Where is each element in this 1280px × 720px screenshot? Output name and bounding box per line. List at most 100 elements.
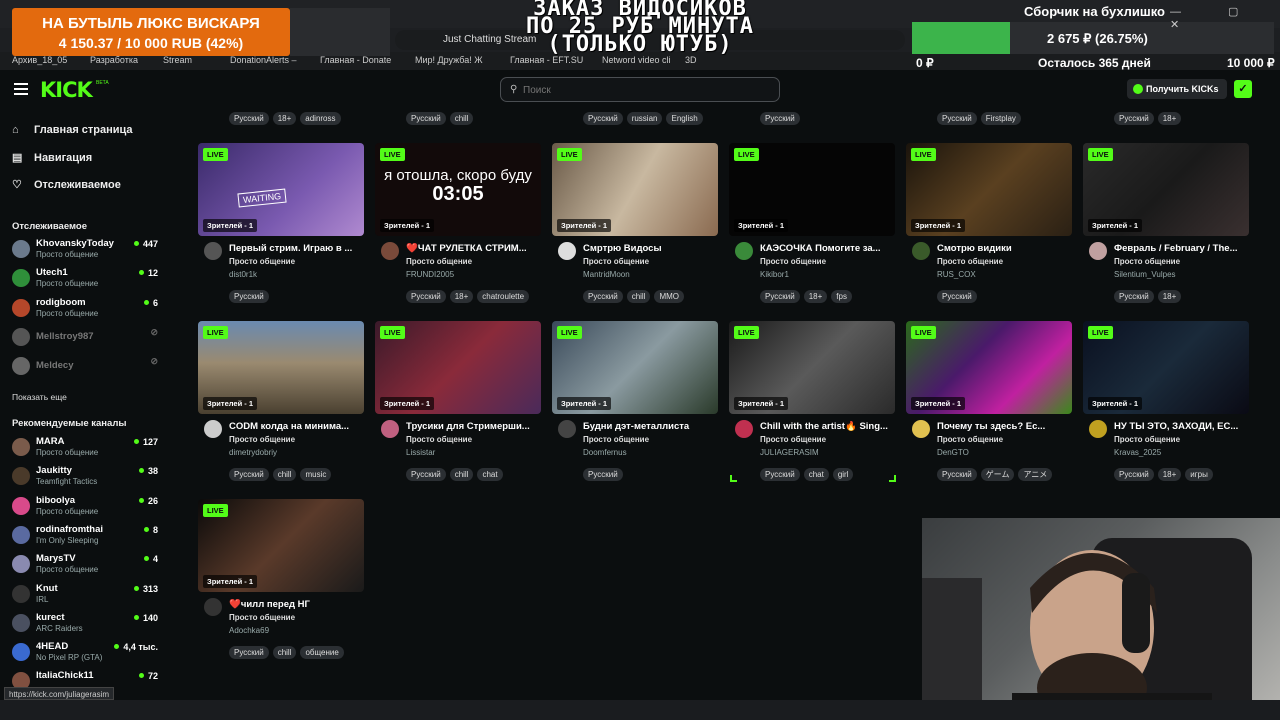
tag[interactable]: Русский: [760, 468, 800, 481]
streamer-avatar[interactable]: [381, 420, 399, 438]
tag[interactable]: Русский: [583, 112, 623, 125]
tag[interactable]: russian: [626, 112, 663, 125]
streamer-name[interactable]: Adochka69: [229, 626, 269, 635]
stream-thumbnail[interactable]: WAITING LIVE Зрителей - 1: [198, 143, 364, 236]
streamer-avatar[interactable]: [558, 420, 576, 438]
stream-title[interactable]: КАЭСОЧКА Помогите за...: [760, 243, 894, 254]
tag[interactable]: Русский: [937, 112, 977, 125]
stream-category[interactable]: Просто общение: [760, 435, 826, 444]
tag[interactable]: girl: [832, 468, 854, 481]
tag[interactable]: Русский: [406, 468, 446, 481]
search-box[interactable]: ⚲: [500, 77, 780, 102]
streamer-name[interactable]: RUS_COX: [937, 270, 976, 279]
tag[interactable]: 18+: [1157, 112, 1182, 125]
tag[interactable]: Русский: [229, 112, 269, 125]
stream-title[interactable]: Почему ты здесь? Ес...: [937, 421, 1071, 432]
stream-title[interactable]: ❤️чилл перед НГ: [229, 599, 363, 610]
bookmark[interactable]: DonationAlerts –: [230, 55, 297, 65]
streamer-name[interactable]: dist0r1k: [229, 270, 257, 279]
tag[interactable]: Русский: [1114, 112, 1154, 125]
streamer-avatar[interactable]: [204, 242, 222, 260]
get-kicks-button[interactable]: Получить KICKs: [1127, 79, 1227, 99]
tag[interactable]: Русский: [937, 468, 977, 481]
streamer-avatar[interactable]: [204, 598, 222, 616]
stream-title[interactable]: CODM колда на минима...: [229, 421, 363, 432]
streamer-avatar[interactable]: [912, 242, 930, 260]
tag[interactable]: English: [666, 112, 703, 125]
tag[interactable]: fps: [831, 290, 852, 303]
tag[interactable]: chill: [449, 468, 474, 481]
tag[interactable]: adinross: [300, 112, 341, 125]
stream-title[interactable]: Первый стрим. Играю в ...: [229, 243, 363, 254]
stream-thumbnail[interactable]: LIVE Зрителей - 1: [198, 321, 364, 414]
stream-category[interactable]: Просто общение: [406, 257, 472, 266]
tag[interactable]: 18+: [449, 290, 474, 303]
stream-thumbnail[interactable]: LIVE Зрителей - 1: [906, 143, 1072, 236]
tag[interactable]: Русский: [760, 112, 800, 125]
kick-logo[interactable]: KICK: [40, 78, 93, 102]
tag[interactable]: общение: [300, 646, 344, 659]
sidebar-channel[interactable]: Meldecy ⊘: [12, 353, 162, 379]
tag[interactable]: игры: [1185, 468, 1213, 481]
bookmark[interactable]: Мир! Дружба! Ж: [415, 55, 483, 65]
tag[interactable]: Русский: [1114, 468, 1154, 481]
bookmark[interactable]: Главная - Donate: [320, 55, 391, 65]
stream-category[interactable]: Просто общение: [1114, 257, 1180, 266]
tag[interactable]: Русский: [583, 468, 623, 481]
stream-thumbnail[interactable]: LIVE Зрителей - 1: [552, 321, 718, 414]
stream-thumbnail[interactable]: я отошла, скоро буду 03:05 LIVE Зрителей - …: [375, 143, 541, 236]
streamer-avatar[interactable]: [558, 242, 576, 260]
tag[interactable]: Русский: [229, 290, 269, 303]
tag[interactable]: 18+: [1157, 468, 1182, 481]
tag[interactable]: chatroulette: [477, 290, 530, 303]
streamer-name[interactable]: Doomfernus: [583, 448, 627, 457]
stream-category[interactable]: Просто общение: [937, 435, 1003, 444]
tag[interactable]: Русский: [1114, 290, 1154, 303]
nav-browse[interactable]: ▤ Навигация: [12, 151, 92, 164]
tag[interactable]: Русский: [937, 290, 977, 303]
stream-thumbnail[interactable]: LIVE Зрителей - 1: [198, 499, 364, 592]
streamer-name[interactable]: Kravas_2025: [1114, 448, 1161, 457]
streamer-name[interactable]: dimetrydobriy: [229, 448, 277, 457]
stream-title[interactable]: НУ ТЫ ЭТО, ЗАХОДИ, ЕС...: [1114, 421, 1248, 432]
tag[interactable]: chat: [803, 468, 829, 481]
tag[interactable]: 18+: [803, 290, 828, 303]
stream-category[interactable]: Просто общение: [229, 435, 295, 444]
search-input[interactable]: [523, 81, 773, 99]
sidebar-channel[interactable]: rodigboom Просто общение 6: [12, 295, 162, 321]
stream-thumbnail[interactable]: LIVE Зрителей - 1: [729, 321, 895, 414]
stream-category[interactable]: Просто общение: [406, 435, 472, 444]
user-avatar[interactable]: ✓: [1234, 80, 1252, 98]
sidebar-channel[interactable]: 4HEAD No Pixel RP (GTA) 4,4 тыс.: [12, 639, 162, 665]
tag[interactable]: 18+: [272, 112, 297, 125]
tag[interactable]: Русский: [406, 290, 446, 303]
streamer-name[interactable]: Lissistar: [406, 448, 435, 457]
streamer-name[interactable]: MantridMoon: [583, 270, 630, 279]
streamer-name[interactable]: Kikibor1: [760, 270, 789, 279]
stream-category[interactable]: Просто общение: [760, 257, 826, 266]
tag[interactable]: chill: [626, 290, 651, 303]
sidebar-channel[interactable]: MarysTV Просто общение 4: [12, 551, 162, 577]
stream-title[interactable]: Смртрю Видосы: [583, 243, 717, 254]
streamer-name[interactable]: JULIAGERASIM: [760, 448, 819, 457]
sidebar-channel[interactable]: kurect ARC Raiders 140: [12, 610, 162, 636]
window-controls[interactable]: — ▢ ✕: [1170, 5, 1280, 31]
bookmark[interactable]: Stream: [163, 55, 192, 65]
stream-thumbnail[interactable]: LIVE Зрителей - 1: [906, 321, 1072, 414]
sidebar-channel[interactable]: rodinafromthai I'm Only Sleeping 8: [12, 522, 162, 548]
sidebar-channel[interactable]: MARA Просто общение 127: [12, 434, 162, 460]
stream-thumbnail[interactable]: LIVE Зрителей - 1: [552, 143, 718, 236]
stream-title[interactable]: Смотрю видики: [937, 243, 1071, 254]
sidebar-channel[interactable]: KhovanskyToday Просто общение 447: [12, 236, 162, 262]
stream-category[interactable]: Просто общение: [1114, 435, 1180, 444]
stream-title[interactable]: Будни дэт-металлиста: [583, 421, 717, 432]
streamer-avatar[interactable]: [381, 242, 399, 260]
tag[interactable]: MMO: [654, 290, 685, 303]
sidebar-channel[interactable]: Knut IRL 313: [12, 581, 162, 607]
show-more-link[interactable]: Показать еще: [12, 392, 67, 402]
stream-category[interactable]: Просто общение: [583, 257, 649, 266]
tag[interactable]: 18+: [1157, 290, 1182, 303]
stream-title[interactable]: Трусики для Стримерши...: [406, 421, 540, 432]
tag[interactable]: chill: [449, 112, 474, 125]
tag[interactable]: ゲーム: [980, 468, 1015, 481]
